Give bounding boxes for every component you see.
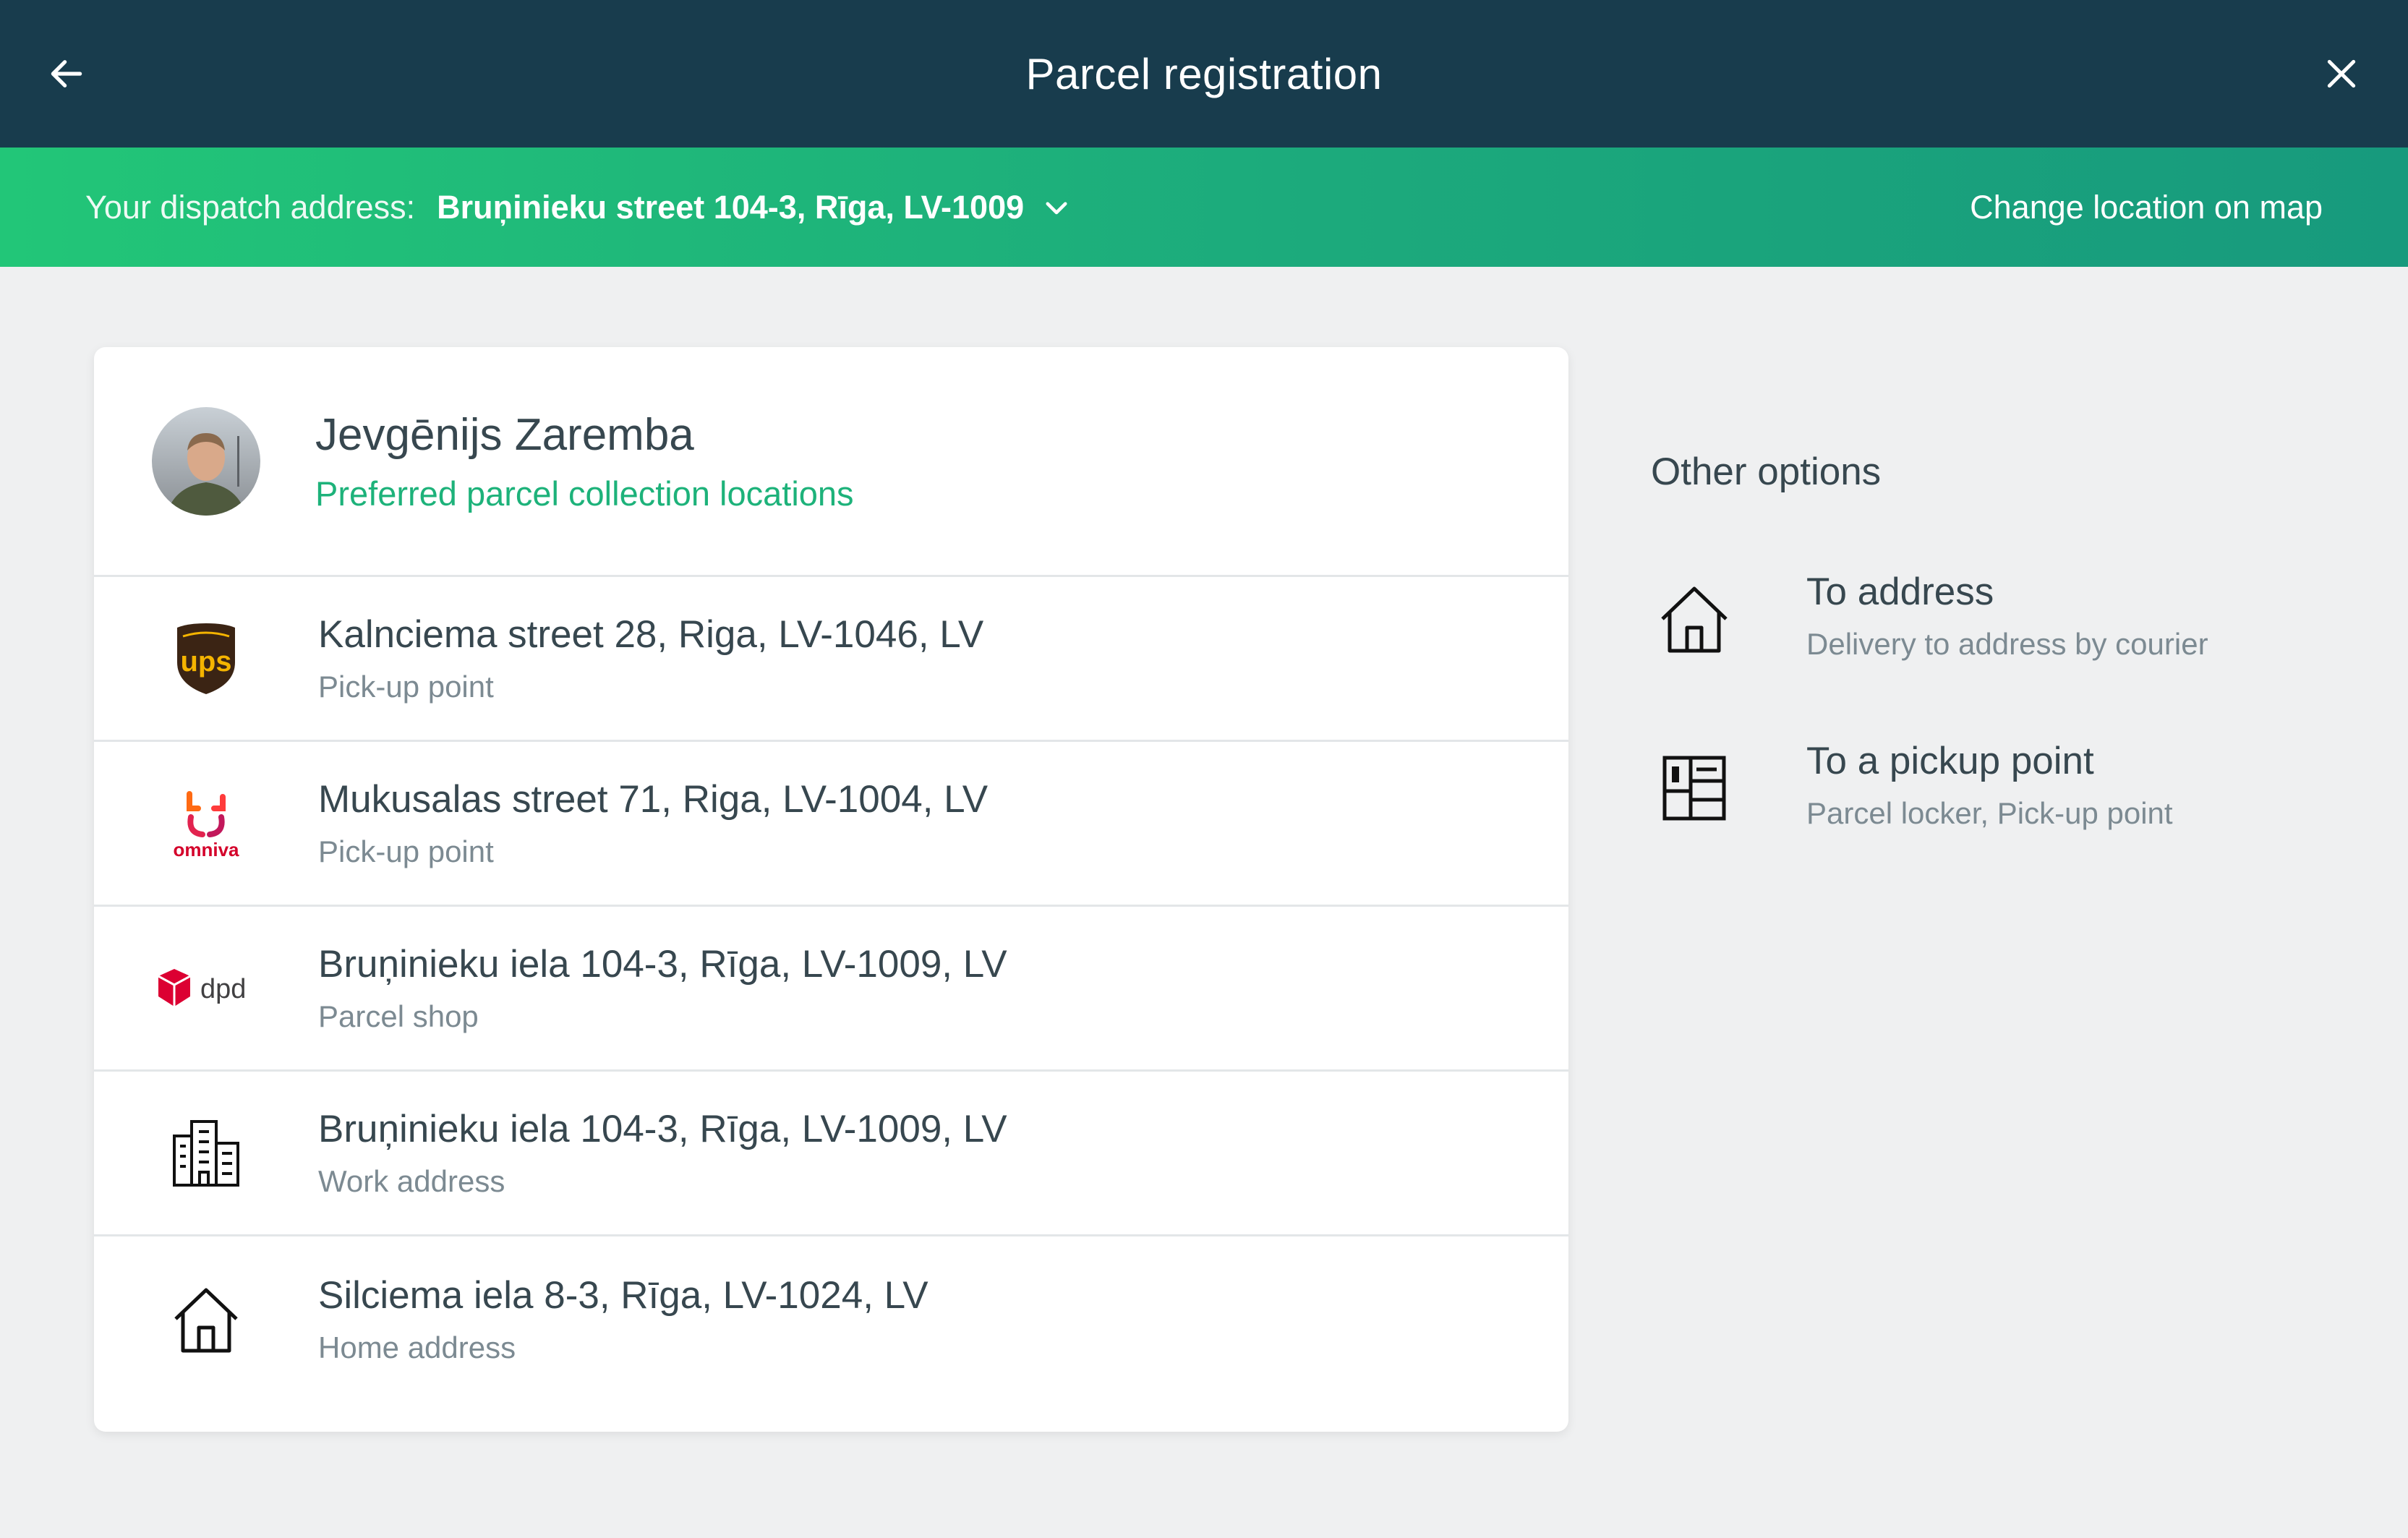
dispatch-label: Your dispatch address: bbox=[85, 188, 416, 226]
home-icon bbox=[1651, 576, 1738, 662]
chevron-down-icon bbox=[1046, 201, 1067, 214]
location-item[interactable]: Silciema iela 8-3, Rīga, LV-1024, LV Hom… bbox=[94, 1236, 1568, 1401]
dispatch-address-bar: Your dispatch address: Bruņinieku street… bbox=[0, 148, 2408, 267]
option-to-pickup-point[interactable]: To a pickup point Parcel locker, Pick-up… bbox=[1651, 739, 2302, 869]
option-title: To address bbox=[1806, 571, 1994, 613]
building-icon bbox=[94, 1071, 318, 1236]
omniva-logo: omniva bbox=[94, 741, 318, 906]
dpd-logo-text: dpd bbox=[200, 974, 246, 1004]
address-dropdown-toggle[interactable] bbox=[1041, 192, 1072, 223]
location-title: Silciema iela 8-3, Rīga, LV-1024, LV bbox=[318, 1273, 928, 1317]
page-title: Parcel registration bbox=[1025, 49, 1383, 98]
arrow-left-icon bbox=[51, 60, 82, 87]
location-title: Bruņinieku iela 104-3, Rīga, LV-1009, LV bbox=[318, 1108, 1007, 1150]
location-item[interactable]: ups Kalnciema street 28, Riga, LV-1046, … bbox=[94, 577, 1568, 742]
location-title: Bruņinieku iela 104-3, Rīga, LV-1009, LV bbox=[318, 943, 1007, 986]
ups-logo: ups bbox=[94, 576, 318, 741]
other-options-heading: Other options bbox=[1651, 450, 1882, 493]
app-header: Parcel registration bbox=[0, 0, 2408, 148]
location-item[interactable]: Bruņinieku iela 104-3, Rīga, LV-1009, LV… bbox=[94, 1072, 1568, 1236]
change-location-link[interactable]: Change location on map bbox=[1970, 189, 2323, 226]
omniva-logo-text: omniva bbox=[173, 839, 239, 860]
preferred-locations-link[interactable]: Preferred parcel collection locations bbox=[315, 474, 854, 513]
parcel-locker-icon bbox=[1651, 745, 1738, 832]
location-type: Home address bbox=[318, 1330, 516, 1364]
location-type: Parcel shop bbox=[318, 999, 479, 1033]
location-type: Pick-up point bbox=[318, 670, 494, 704]
option-title: To a pickup point bbox=[1806, 740, 2094, 782]
back-button[interactable] bbox=[38, 45, 95, 103]
profile-header: Jevgēnijs Zaremba Preferred parcel colle… bbox=[94, 347, 1568, 577]
option-subtitle: Parcel locker, Pick-up point bbox=[1806, 796, 2173, 830]
preferred-locations-card: Jevgēnijs Zaremba Preferred parcel colle… bbox=[94, 347, 1568, 1432]
location-item[interactable]: dpd Bruņinieku iela 104-3, Rīga, LV-1009… bbox=[94, 907, 1568, 1072]
close-icon bbox=[2327, 59, 2356, 88]
user-name: Jevgēnijs Zaremba bbox=[315, 409, 694, 460]
avatar bbox=[152, 406, 260, 516]
location-type: Work address bbox=[318, 1164, 505, 1198]
close-button[interactable] bbox=[2313, 45, 2370, 103]
option-to-address[interactable]: To address Delivery to address by courie… bbox=[1651, 570, 2302, 700]
svg-text:ups: ups bbox=[180, 646, 231, 678]
home-icon bbox=[94, 1236, 318, 1401]
location-title: Mukusalas street 71, Riga, LV-1004, LV bbox=[318, 778, 989, 821]
location-item[interactable]: omniva Mukusalas street 71, Riga, LV-100… bbox=[94, 742, 1568, 907]
dpd-logo: dpd bbox=[94, 906, 318, 1071]
location-type: Pick-up point bbox=[318, 834, 494, 868]
option-subtitle: Delivery to address by courier bbox=[1806, 627, 2208, 661]
location-title: Kalnciema street 28, Riga, LV-1046, LV bbox=[318, 613, 984, 656]
dispatch-address-value[interactable]: Bruņinieku street 104-3, Rīga, LV-1009 bbox=[437, 189, 1024, 226]
